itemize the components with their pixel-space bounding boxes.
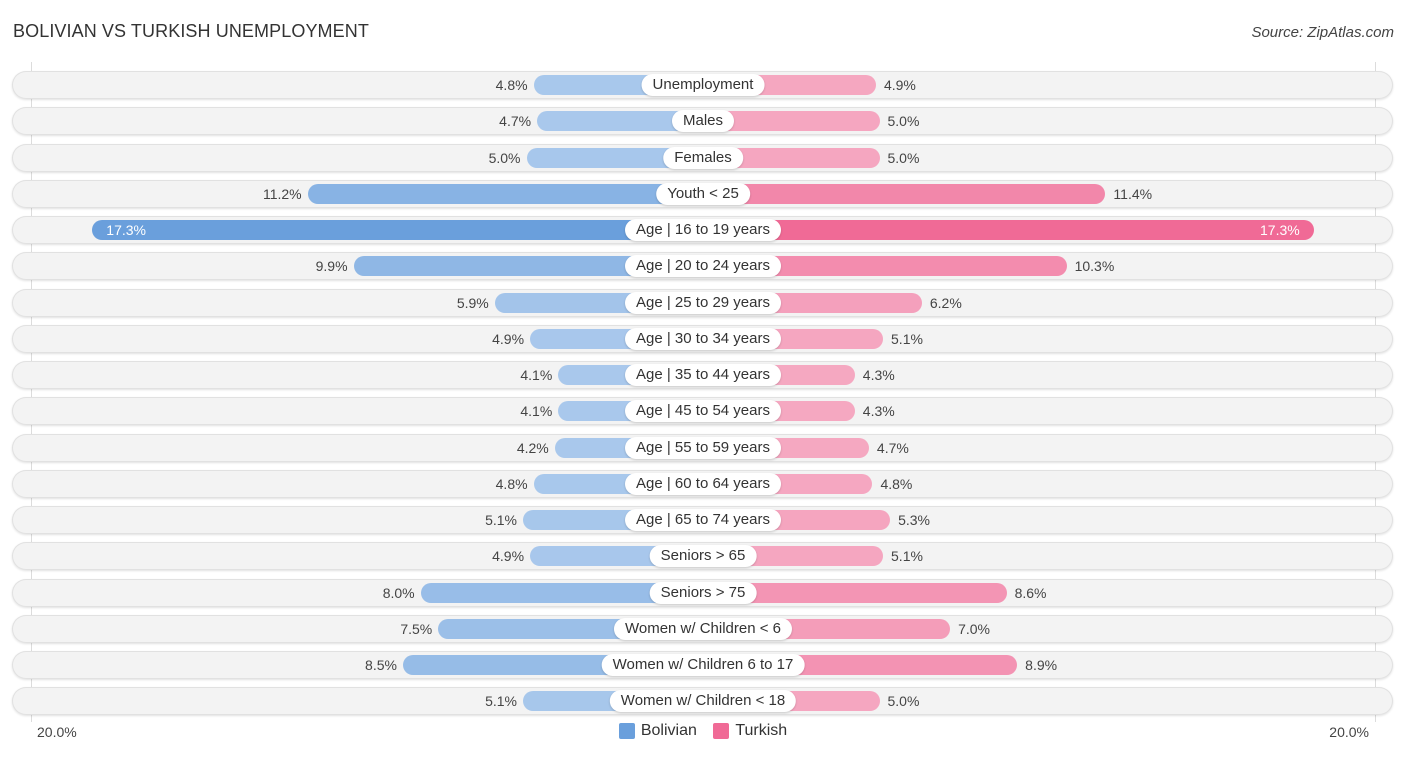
value-label-bolivian: 4.1% xyxy=(520,403,553,420)
legend-label-turkish: Turkish xyxy=(735,722,788,739)
category-label: Age | 16 to 19 years xyxy=(625,219,781,241)
chart-row: 8.5% 8.9% Women w/ Children 6 to 17 xyxy=(12,651,1393,679)
value-label-bolivian: 4.2% xyxy=(516,439,549,456)
bar-bolivian[interactable] xyxy=(307,183,703,204)
legend-swatch-bolivian xyxy=(618,723,635,739)
bar-bolivian[interactable] xyxy=(92,220,703,240)
value-label-bolivian: 4.1% xyxy=(520,367,553,383)
value-label-turkish: 7.0% xyxy=(958,620,991,637)
legend-item-turkish[interactable]: Turkish xyxy=(713,722,787,740)
value-label-bolivian: 17.3% xyxy=(106,222,146,238)
bar-turkish[interactable] xyxy=(703,183,1106,204)
category-label: Age | 35 to 44 years xyxy=(625,364,781,386)
value-label-turkish: 4.3% xyxy=(862,403,895,420)
legend-item-bolivian[interactable]: Bolivian xyxy=(618,722,697,740)
value-label-turkish: 5.0% xyxy=(887,113,920,130)
chart-row: 5.1% 5.0% Women w/ Children < 18 xyxy=(12,687,1393,716)
value-label-bolivian: 4.8% xyxy=(495,475,528,492)
value-label-turkish: 4.3% xyxy=(862,367,895,383)
value-label-bolivian: 4.9% xyxy=(492,548,525,565)
bar-turkish[interactable] xyxy=(703,220,1314,240)
value-label-bolivian: 5.1% xyxy=(485,693,517,710)
category-label: Females xyxy=(663,146,743,169)
source-credit: Source: ZipAtlas.com xyxy=(1251,24,1394,41)
value-label-turkish: 11.4% xyxy=(1113,185,1153,202)
category-label: Unemployment xyxy=(641,74,765,96)
value-label-bolivian: 4.8% xyxy=(495,77,528,93)
value-label-turkish: 5.0% xyxy=(887,693,920,710)
chart-row: 4.8% 4.9% Unemployment xyxy=(12,71,1393,99)
chart-row: 4.2% 4.7% Age | 55 to 59 years xyxy=(12,433,1393,462)
value-label-bolivian: 11.2% xyxy=(262,185,302,202)
chart-row: 5.9% 6.2% Age | 25 to 29 years xyxy=(12,288,1393,317)
category-label: Age | 65 to 74 years xyxy=(625,509,781,531)
value-label-turkish: 4.9% xyxy=(883,77,916,93)
category-label: Women w/ Children < 18 xyxy=(609,690,797,713)
category-label: Age | 20 to 24 years xyxy=(625,255,781,278)
value-label-turkish: 10.3% xyxy=(1074,258,1115,275)
chart-row: 4.9% 5.1% Seniors > 65 xyxy=(12,542,1393,571)
category-label: Seniors > 75 xyxy=(649,581,757,604)
value-label-bolivian: 4.7% xyxy=(499,113,532,130)
value-label-bolivian: 5.1% xyxy=(485,512,517,528)
legend: Bolivian Turkish xyxy=(0,722,1406,744)
chart-row: 7.5% 7.0% Women w/ Children < 6 xyxy=(12,614,1393,643)
category-label: Males xyxy=(671,110,735,133)
chart-row: 5.1% 5.3% Age | 65 to 74 years xyxy=(12,506,1393,534)
value-label-turkish: 6.2% xyxy=(929,294,962,311)
value-label-turkish: 8.9% xyxy=(1025,657,1058,673)
chart-row: 9.9% 10.3% Age | 20 to 24 years xyxy=(12,252,1393,281)
value-label-turkish: 17.3% xyxy=(1260,222,1300,238)
category-label: Age | 25 to 29 years xyxy=(625,291,781,314)
category-label: Age | 45 to 54 years xyxy=(625,400,781,423)
category-label: Seniors > 65 xyxy=(649,545,757,568)
value-label-bolivian: 9.9% xyxy=(315,258,348,275)
value-label-bolivian: 8.0% xyxy=(382,584,415,601)
category-label: Age | 55 to 59 years xyxy=(625,436,781,459)
value-label-turkish: 4.8% xyxy=(880,475,913,492)
value-label-turkish: 5.1% xyxy=(891,548,923,565)
value-label-turkish: 5.3% xyxy=(898,512,930,528)
chart-row: 8.0% 8.6% Seniors > 75 xyxy=(12,578,1393,607)
category-label: Age | 60 to 64 years xyxy=(625,472,781,495)
value-label-bolivian: 5.9% xyxy=(456,294,489,311)
chart-row: 4.8% 4.8% Age | 60 to 64 years xyxy=(12,469,1393,498)
chart-row: 4.1% 4.3% Age | 35 to 44 years xyxy=(12,361,1393,389)
category-label: Youth < 25 xyxy=(656,182,750,205)
value-label-bolivian: 7.5% xyxy=(400,620,433,637)
chart-row: 4.7% 5.0% Males xyxy=(12,107,1393,136)
chart-row: 4.1% 4.3% Age | 45 to 54 years xyxy=(12,397,1393,426)
value-label-bolivian: 5.0% xyxy=(488,149,521,166)
value-label-bolivian: 4.9% xyxy=(492,330,525,347)
category-label: Women w/ Children < 6 xyxy=(613,617,793,640)
chart-row: 4.9% 5.1% Age | 30 to 34 years xyxy=(12,324,1393,353)
chart-title: BOLIVIAN VS TURKISH UNEMPLOYMENT xyxy=(13,21,369,41)
value-label-turkish: 5.1% xyxy=(891,330,923,347)
chart-row: 11.2% 11.4% Youth < 25 xyxy=(12,179,1393,208)
legend-swatch-turkish xyxy=(713,723,730,739)
value-label-turkish: 4.7% xyxy=(876,439,909,456)
value-label-bolivian: 8.5% xyxy=(365,657,397,673)
category-label: Age | 30 to 34 years xyxy=(625,327,781,350)
value-label-turkish: 5.0% xyxy=(887,149,920,166)
legend-label-bolivian: Bolivian xyxy=(640,722,697,739)
chart-row: 5.0% 5.0% Females xyxy=(12,143,1393,172)
category-label: Women w/ Children 6 to 17 xyxy=(601,654,805,676)
chart-row: 17.3% 17.3% Age | 16 to 19 years xyxy=(12,216,1393,244)
value-label-turkish: 8.6% xyxy=(1014,584,1047,601)
